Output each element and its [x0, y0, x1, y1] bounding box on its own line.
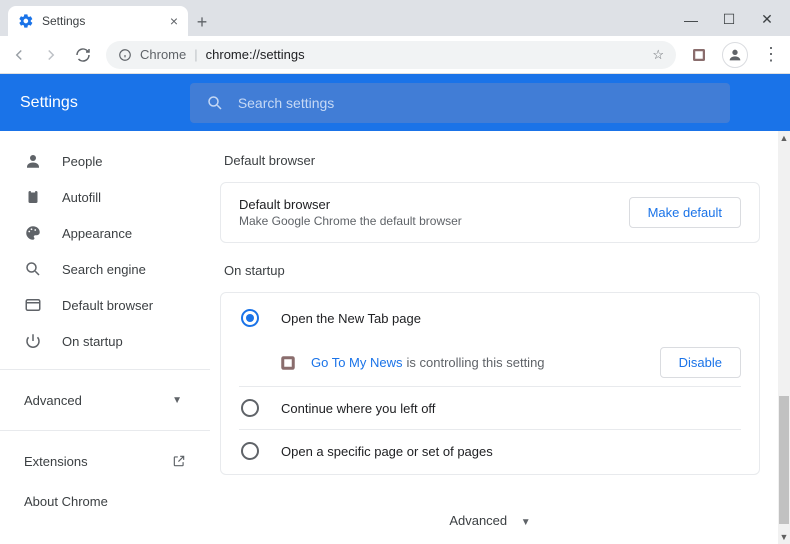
browser-tab-settings[interactable]: Settings ×: [8, 6, 188, 36]
extension-icon[interactable]: [690, 46, 708, 64]
radio-continue[interactable]: Continue where you left off: [239, 387, 741, 429]
sidebar-item-autofill[interactable]: Autofill: [0, 179, 210, 215]
window-titlebar: Settings × + — ☐ ✕: [0, 0, 790, 36]
url-path: chrome://settings: [206, 47, 305, 62]
close-window-button[interactable]: ✕: [760, 11, 774, 28]
sidebar: People Autofill Appearance Search engine…: [0, 131, 210, 544]
scrollbar-thumb[interactable]: [779, 396, 789, 524]
sidebar-item-label: Default browser: [62, 298, 153, 313]
site-info-icon[interactable]: [118, 48, 132, 62]
chevron-down-icon: ▼: [521, 517, 531, 528]
sidebar-item-default-browser[interactable]: Default browser: [0, 287, 210, 323]
on-startup-card: Open the New Tab page Go To My News is c…: [220, 292, 760, 475]
sidebar-item-extensions[interactable]: Extensions: [0, 441, 210, 481]
toolbar: Chrome | chrome://settings ☆ ⋮: [0, 36, 790, 74]
tab-title: Settings: [42, 14, 85, 28]
sidebar-item-people[interactable]: People: [0, 143, 210, 179]
url-divider: |: [194, 47, 197, 62]
sidebar-advanced-toggle[interactable]: Advanced ▼: [0, 380, 210, 420]
reload-button[interactable]: [74, 46, 92, 64]
radio-specific-pages[interactable]: Open a specific page or set of pages: [239, 430, 741, 472]
chevron-down-icon: ▼: [172, 395, 182, 406]
sidebar-item-on-startup[interactable]: On startup: [0, 323, 210, 359]
url-scheme: Chrome: [140, 47, 186, 62]
radio-label: Open a specific page or set of pages: [281, 444, 493, 459]
advanced-toggle-footer[interactable]: Advanced ▼: [220, 513, 760, 528]
new-tab-button[interactable]: +: [188, 8, 216, 36]
person-icon: [24, 152, 42, 170]
maximize-button[interactable]: ☐: [722, 11, 736, 28]
sidebar-item-about[interactable]: About Chrome: [0, 481, 210, 521]
divider: [0, 369, 210, 370]
app-header: Settings Search settings: [0, 74, 790, 131]
radio-unselected-icon: [241, 442, 259, 460]
forward-button[interactable]: [42, 46, 60, 64]
advanced-label: Advanced: [449, 513, 507, 528]
default-browser-card: Default browser Make Google Chrome the d…: [220, 182, 760, 243]
open-external-icon: [172, 454, 186, 468]
search-settings-input[interactable]: Search settings: [190, 83, 730, 123]
scroll-down-arrow[interactable]: ▼: [778, 532, 790, 542]
gear-icon: [18, 13, 34, 29]
main-container: People Autofill Appearance Search engine…: [0, 131, 790, 544]
palette-icon: [24, 224, 42, 242]
minimize-button[interactable]: —: [684, 12, 698, 28]
bookmark-star-icon[interactable]: ☆: [652, 47, 664, 63]
default-browser-subtitle: Make Google Chrome the default browser: [239, 214, 629, 228]
extension-control-row: Go To My News is controlling this settin…: [239, 339, 741, 386]
sidebar-item-label: Extensions: [24, 454, 88, 469]
section-title-on-startup: On startup: [224, 263, 760, 278]
extension-control-text: is controlling this setting: [407, 355, 545, 370]
clipboard-icon: [24, 188, 42, 206]
sidebar-item-appearance[interactable]: Appearance: [0, 215, 210, 251]
back-button[interactable]: [10, 46, 28, 64]
search-icon: [24, 260, 42, 278]
sidebar-item-label: Appearance: [62, 226, 132, 241]
section-title-default-browser: Default browser: [224, 153, 760, 168]
divider: [0, 430, 210, 431]
radio-unselected-icon: [241, 399, 259, 417]
app-title: Settings: [20, 94, 78, 112]
content-area: Default browser Default browser Make Goo…: [210, 131, 790, 544]
toolbar-right: ⋮: [690, 42, 780, 68]
sidebar-item-label: People: [62, 154, 102, 169]
sidebar-item-label: About Chrome: [24, 494, 108, 509]
search-icon: [206, 94, 224, 112]
default-browser-title: Default browser: [239, 197, 629, 212]
search-placeholder: Search settings: [238, 95, 335, 111]
sidebar-advanced-label: Advanced: [24, 393, 82, 408]
sidebar-item-search-engine[interactable]: Search engine: [0, 251, 210, 287]
vertical-scrollbar[interactable]: ▲ ▼: [778, 131, 790, 544]
browser-icon: [24, 296, 42, 314]
extension-name-link[interactable]: Go To My News: [311, 355, 403, 370]
close-icon[interactable]: ×: [170, 13, 178, 29]
sidebar-item-label: Search engine: [62, 262, 146, 277]
power-icon: [24, 332, 42, 350]
extension-app-icon: [279, 354, 297, 372]
address-bar[interactable]: Chrome | chrome://settings ☆: [106, 41, 676, 69]
disable-extension-button[interactable]: Disable: [660, 347, 741, 378]
sidebar-item-label: Autofill: [62, 190, 101, 205]
radio-selected-icon: [241, 309, 259, 327]
radio-label: Continue where you left off: [281, 401, 435, 416]
profile-avatar[interactable]: [722, 42, 748, 68]
radio-new-tab[interactable]: Open the New Tab page: [239, 297, 741, 339]
make-default-button[interactable]: Make default: [629, 197, 741, 228]
window-controls: — ☐ ✕: [684, 11, 790, 36]
sidebar-item-label: On startup: [62, 334, 123, 349]
scroll-up-arrow[interactable]: ▲: [778, 133, 790, 143]
kebab-menu-icon[interactable]: ⋮: [762, 44, 780, 65]
radio-label: Open the New Tab page: [281, 311, 421, 326]
